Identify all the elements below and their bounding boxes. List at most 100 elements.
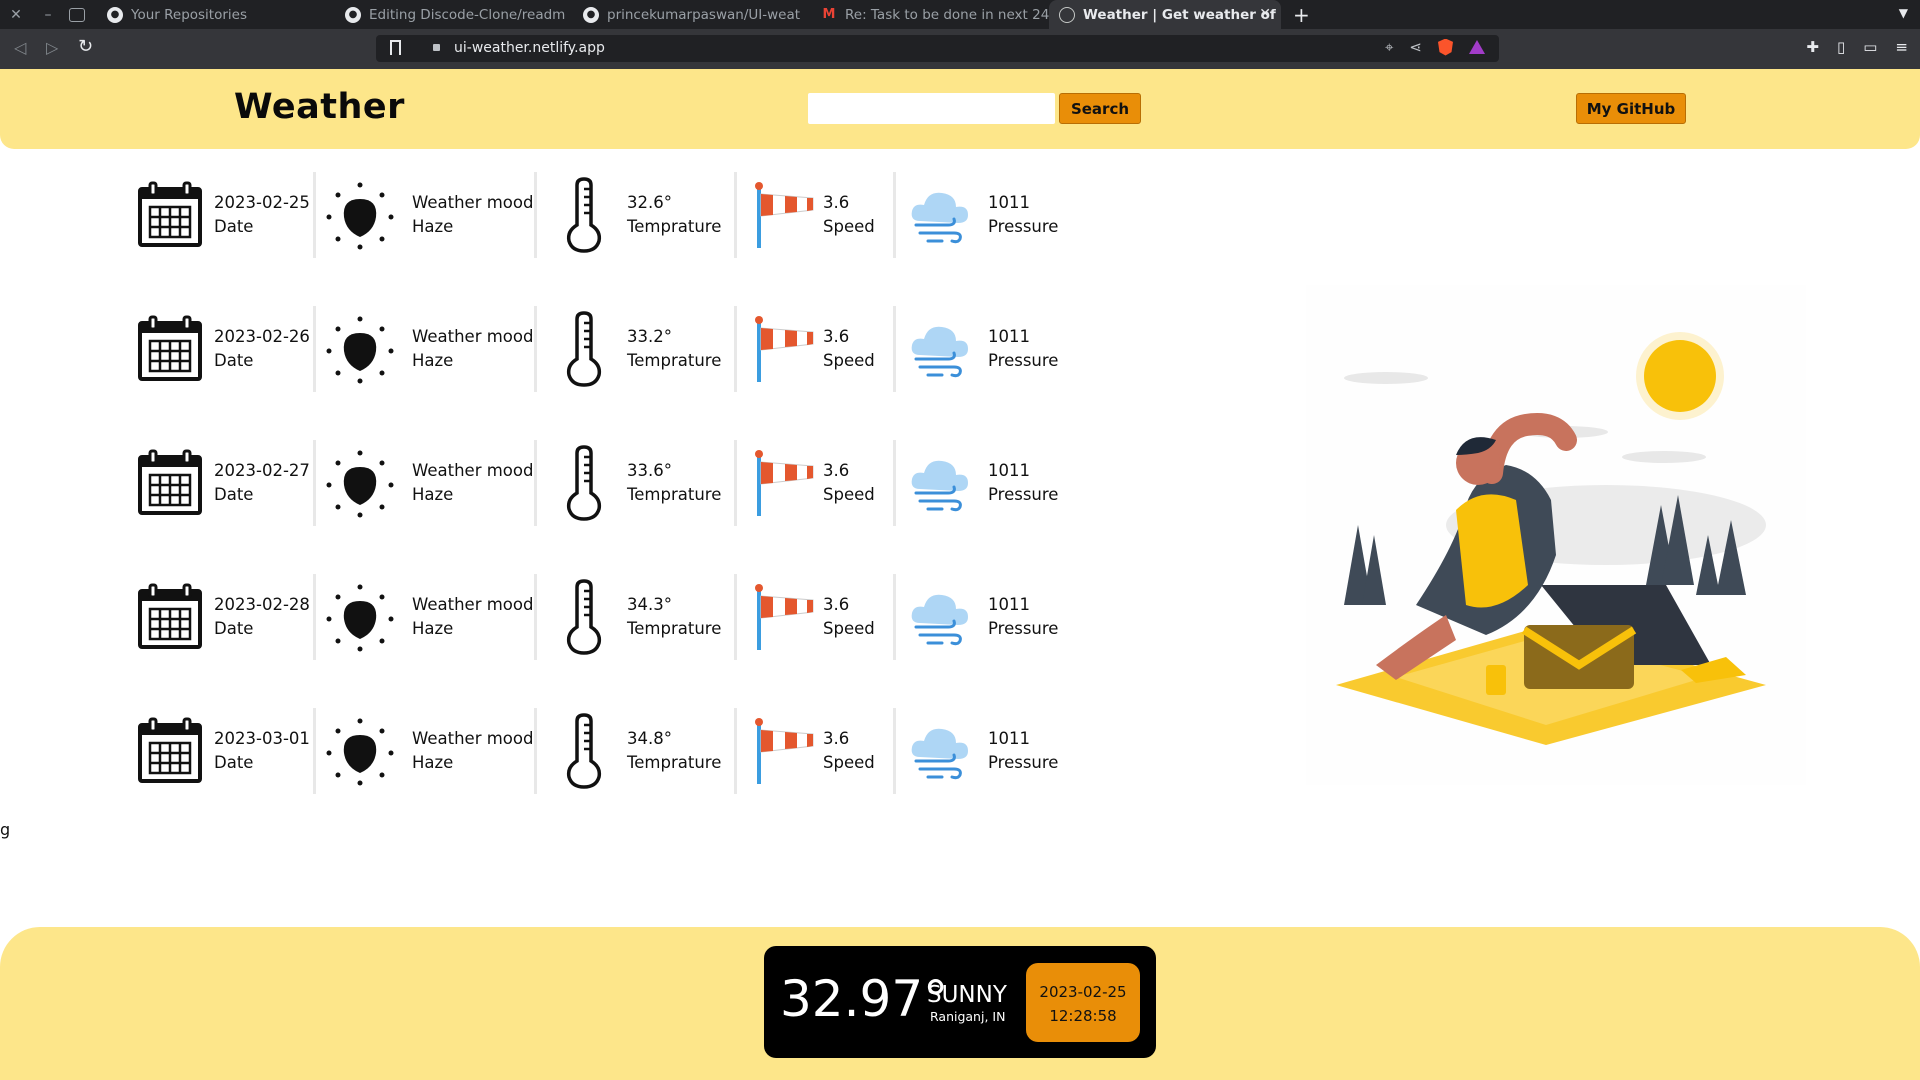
windsock-icon (755, 316, 814, 382)
mood-line-1: Weather mood (412, 729, 534, 748)
forecast-speed-cell: 3.6 Speed (737, 306, 896, 392)
extensions-icon[interactable]: ✚ (1806, 38, 1819, 56)
pressure-text: 1011 Pressure (988, 593, 1058, 641)
speed-line-1: 3.6 (823, 193, 850, 212)
pressure-line-1: 1011 (988, 327, 1030, 346)
current-weather-widget: 32.97° SUNNY Raniganj, IN 2023-02-25 12:… (764, 946, 1156, 1058)
date-text: 2023-02-28 Date (214, 593, 310, 641)
new-tab-icon[interactable]: + (1293, 3, 1310, 27)
speed-text: 3.6 Speed (823, 325, 875, 373)
mood-line-1: Weather mood (412, 193, 534, 212)
pressure-line-1: 1011 (988, 461, 1030, 480)
close-tab-icon[interactable]: ✕ (1259, 6, 1271, 22)
temperature-text: 33.6° Temprature (627, 459, 721, 507)
calendar-icon (138, 717, 202, 783)
forecast-date-cell: 2023-02-26 Date (136, 306, 316, 392)
speed-line-1: 3.6 (823, 729, 850, 748)
back-icon[interactable]: ◁ (14, 38, 26, 57)
mood-icon-wrap (324, 179, 396, 251)
chevron-down-icon[interactable]: ▼ (1899, 6, 1908, 20)
share-icon[interactable]: ⋖ (1409, 38, 1422, 56)
github-icon: ● (345, 6, 361, 23)
restore-window-icon[interactable] (69, 7, 85, 22)
pressure-line-2: Pressure (988, 485, 1059, 504)
date-text: 2023-03-01 Date (214, 727, 310, 775)
pressure-line-1: 1011 (988, 193, 1030, 212)
temperature-line-1: 34.3° (627, 595, 672, 614)
mood-text: Weather mood Haze (412, 459, 533, 507)
date-icon-wrap (136, 181, 204, 249)
pressure-line-2: Pressure (988, 753, 1059, 772)
forecast-pressure-cell: 1011 Pressure (896, 708, 1066, 794)
tab-title: Re: Task to be done in next 24 (845, 6, 1049, 23)
tab-your-repositories[interactable]: ● Your Repositories (97, 0, 335, 29)
thermometer-icon (566, 177, 602, 253)
pressure-line-1: 1011 (988, 729, 1030, 748)
menu-icon[interactable]: ≡ (1895, 38, 1908, 56)
search-input[interactable] (808, 93, 1055, 124)
gmail-icon: M (822, 7, 836, 22)
temperature-icon-wrap (561, 713, 607, 789)
forecast-date-cell: 2023-02-27 Date (136, 440, 316, 526)
search-button[interactable]: Search (1059, 93, 1141, 124)
tab-gmail-task[interactable]: M Re: Task to be done in next 24 (811, 0, 1049, 29)
thermometer-icon (566, 445, 602, 521)
forecast-mood-cell: Weather mood Haze (316, 574, 537, 660)
temperature-icon-wrap (561, 579, 607, 655)
date-line-1: 2023-02-28 (214, 595, 310, 614)
forward-icon[interactable]: ▷ (46, 38, 58, 57)
mood-line-1: Weather mood (412, 595, 534, 614)
pressure-icon-wrap (908, 453, 974, 513)
wind-cloud-icon (911, 594, 968, 646)
location-icon[interactable]: ⌖ (1385, 38, 1393, 56)
reload-icon[interactable]: ↻ (78, 36, 93, 57)
sun-icon (326, 182, 394, 250)
minimize-window-icon[interactable]: – (41, 7, 55, 23)
pressure-icon-wrap (908, 587, 974, 647)
speed-icon-wrap (753, 448, 817, 518)
tab-weather-active[interactable]: Weather | Get weather of ✕ (1049, 0, 1281, 29)
mood-line-2: Haze (412, 619, 454, 638)
tab-ui-weather-repo[interactable]: ● princekumarpaswan/UI-weat (573, 0, 811, 29)
thermometer-icon (566, 579, 602, 655)
sun-icon (326, 316, 394, 384)
forecast-mood-cell: Weather mood Haze (316, 172, 537, 258)
url-text[interactable]: ui-weather.netlify.app (454, 40, 605, 56)
wind-cloud-icon (911, 460, 968, 512)
temperature-text: 34.8° Temprature (627, 727, 721, 775)
stray-text: g (0, 820, 11, 839)
tab-title: Weather | Get weather of (1083, 6, 1276, 23)
wallet-icon[interactable]: ▭ (1863, 38, 1877, 56)
date-line-1: 2023-02-25 (214, 193, 310, 212)
brave-rewards-icon[interactable] (1469, 40, 1485, 54)
temperature-line-2: Temprature (627, 485, 722, 504)
close-window-icon[interactable]: ✕ (9, 7, 23, 23)
address-bar[interactable]: ui-weather.netlify.app ⌖ ⋖ (376, 35, 1499, 62)
browser-tab-strip: ✕ – ● Your Repositories ● Editing Discod… (0, 0, 1920, 29)
forecast-temperature-cell: 33.6° Temprature (537, 440, 737, 526)
forecast-speed-cell: 3.6 Speed (737, 574, 896, 660)
mood-line-1: Weather mood (412, 327, 534, 346)
forecast-date-cell: 2023-02-28 Date (136, 574, 316, 660)
calendar-icon (138, 315, 202, 381)
date-icon-wrap (136, 583, 204, 651)
calendar-icon (138, 583, 202, 649)
mood-text: Weather mood Haze (412, 593, 533, 641)
my-github-button[interactable]: My GitHub (1576, 93, 1686, 124)
brave-shields-icon[interactable] (1438, 38, 1453, 56)
calendar-icon (138, 181, 202, 247)
tab-editing-discode[interactable]: ● Editing Discode-Clone/readm (335, 0, 573, 29)
temperature-icon-wrap (561, 177, 607, 253)
bookmark-icon[interactable] (390, 40, 401, 55)
lock-icon[interactable] (433, 44, 440, 51)
speed-icon-wrap (753, 582, 817, 652)
mood-line-2: Haze (412, 217, 454, 236)
brand-title[interactable]: Weather (234, 87, 405, 127)
sidebar-icon[interactable]: ▯ (1837, 38, 1845, 56)
pressure-text: 1011 Pressure (988, 459, 1058, 507)
current-datetime: 2023-02-25 12:28:58 (1026, 963, 1140, 1042)
current-date: 2023-02-25 (1039, 983, 1127, 1001)
temperature-text: 34.3° Temprature (627, 593, 721, 641)
sun-icon (326, 450, 394, 518)
mood-line-2: Haze (412, 753, 454, 772)
